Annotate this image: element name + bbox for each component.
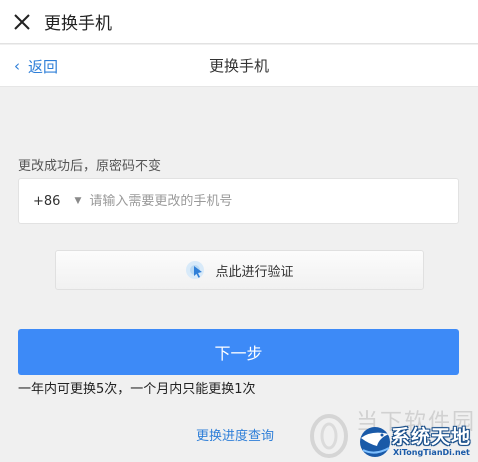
phone-field-row: +86 ▼ (18, 178, 459, 224)
caret-down-icon[interactable]: ▼ (74, 196, 81, 206)
verify-label: 点此进行验证 (215, 264, 294, 280)
nav-bar: ‹ 返回 更换手机 (0, 45, 478, 87)
bird-logo-icon (360, 427, 390, 457)
watermark-main-text: 系统天地 (391, 426, 472, 448)
next-step-button[interactable]: 下一步 (18, 329, 459, 375)
phone-input[interactable] (89, 193, 458, 209)
form-hint: 更改成功后，原密码不变 (18, 159, 162, 174)
site-watermark: 系统天地 XiTongTianDi.net (355, 420, 478, 462)
watermark-url: XiTongTianDi.net (393, 448, 470, 457)
country-code-selector[interactable]: +86 (33, 194, 60, 209)
page-title: 更换手机 (208, 57, 269, 75)
close-icon (14, 13, 30, 30)
verify-button[interactable]: 点此进行验证 (55, 250, 424, 290)
window-title: 更换手机 (44, 14, 112, 34)
change-limit-note: 一年内可更换5次，一个月内只能更换1次 (18, 382, 256, 397)
cursor-click-icon (186, 261, 205, 279)
watermark-logo-icon (310, 414, 348, 458)
window-titlebar: 更换手机 (0, 0, 478, 44)
close-button[interactable] (2, 0, 42, 44)
change-progress-link[interactable]: 更换进度查询 (196, 425, 274, 444)
